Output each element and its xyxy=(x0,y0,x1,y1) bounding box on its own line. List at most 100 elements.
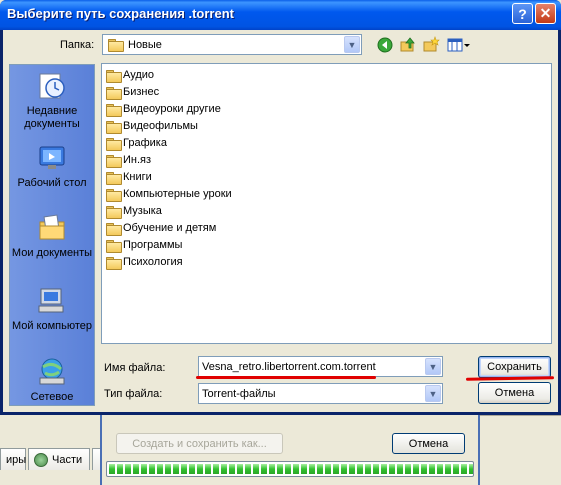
progress-segment xyxy=(381,464,387,474)
progress-segment xyxy=(301,464,307,474)
folder-combobox[interactable]: Новые ▼ xyxy=(102,34,362,55)
folder-icon xyxy=(106,137,122,151)
progress-segment xyxy=(293,464,299,474)
cancel-button[interactable]: Отмена xyxy=(478,382,551,404)
folder-name: Ин.яз xyxy=(123,154,152,166)
place-my-computer[interactable]: Мой компьютер xyxy=(9,285,95,333)
desktop-icon xyxy=(36,142,68,174)
folder-name: Книги xyxy=(123,171,152,183)
progress-segment xyxy=(437,464,443,474)
progress-segment xyxy=(317,464,323,474)
place-network[interactable]: Сетевое xyxy=(9,356,95,404)
place-label: Мои документы xyxy=(11,247,93,259)
progress-segment xyxy=(237,464,243,474)
place-label: Рабочий стол xyxy=(17,177,87,189)
progress-segment xyxy=(165,464,171,474)
progress-segment xyxy=(173,464,179,474)
file-list[interactable]: Аудио Бизнес Видеоуроки другие Видеофильмы Г… xyxy=(101,63,552,344)
list-item[interactable]: Программы xyxy=(106,237,182,253)
folder-name: Программы xyxy=(123,239,183,251)
progress-segment xyxy=(341,464,347,474)
back-icon[interactable] xyxy=(376,36,394,54)
folder-name: Видеоуроки другие xyxy=(123,103,221,115)
help-button[interactable]: ? xyxy=(512,3,533,24)
progress-segment xyxy=(197,464,203,474)
list-item[interactable]: Графика xyxy=(106,135,167,151)
progress-segment xyxy=(253,464,259,474)
progress-segment xyxy=(189,464,195,474)
progress-segment xyxy=(181,464,187,474)
folder-icon xyxy=(106,256,122,270)
list-item[interactable]: Видеофильмы xyxy=(106,118,198,134)
place-recent-documents[interactable]: Недавние документы xyxy=(9,70,95,131)
filename-input[interactable]: Vesna_retro.libertorrent.com.torrent ▼ xyxy=(198,356,443,377)
chevron-down-icon[interactable]: ▼ xyxy=(425,385,441,402)
list-item[interactable]: Компьютерные уроки xyxy=(106,186,232,202)
place-desktop[interactable]: Рабочий стол xyxy=(9,142,95,190)
red-underline-filename xyxy=(196,376,376,379)
chevron-down-icon[interactable]: ▼ xyxy=(425,358,441,375)
close-button[interactable]: ✕ xyxy=(535,3,556,24)
progress-segment xyxy=(149,464,155,474)
folder-name: Обучение и детям xyxy=(123,222,217,234)
progress-segment xyxy=(269,464,275,474)
filename-label: Имя файла: xyxy=(104,362,166,374)
progress-segment xyxy=(397,464,403,474)
save-button[interactable]: Сохранить xyxy=(478,356,551,378)
list-item[interactable]: Бизнес xyxy=(106,84,159,100)
tab-left[interactable]: иры xyxy=(0,448,26,470)
filetype-select[interactable]: Torrent-файлы ▼ xyxy=(198,383,443,404)
progress-segment xyxy=(469,464,473,474)
place-label: Мой компьютер xyxy=(11,320,93,332)
list-item[interactable]: Книги xyxy=(106,169,152,185)
tab-parts[interactable]: Части xyxy=(28,448,90,470)
progress-segment xyxy=(285,464,291,474)
folder-name: Видеофильмы xyxy=(123,120,198,132)
progress-segment xyxy=(229,464,235,474)
folder-icon xyxy=(106,239,122,253)
progress-segment xyxy=(245,464,251,474)
chevron-down-icon[interactable]: ▼ xyxy=(344,36,360,53)
network-icon xyxy=(36,356,68,388)
create-and-save-button[interactable]: Создать и сохранить как... xyxy=(116,433,283,454)
folder-icon xyxy=(106,69,122,83)
folder-icon xyxy=(106,86,122,100)
dialog-title: Выберите путь сохранения .torrent xyxy=(7,6,234,21)
list-item[interactable]: Психология xyxy=(106,254,183,270)
folder-icon xyxy=(106,222,122,236)
progress-segment xyxy=(445,464,451,474)
parts-icon xyxy=(34,452,48,467)
progress-segment xyxy=(133,464,139,474)
progress-segment xyxy=(389,464,395,474)
progress-segment xyxy=(461,464,467,474)
folder-icon xyxy=(106,103,122,117)
background-window-area xyxy=(480,415,561,485)
up-folder-icon[interactable] xyxy=(399,36,417,54)
list-item[interactable]: Аудио xyxy=(106,67,154,83)
new-folder-icon[interactable] xyxy=(422,36,440,54)
progress-segment xyxy=(453,464,459,474)
folder-name: Психология xyxy=(123,256,183,268)
progress-segment xyxy=(117,464,123,474)
progress-segment xyxy=(277,464,283,474)
list-item[interactable]: Видеоуроки другие xyxy=(106,101,221,117)
progress-segment xyxy=(261,464,267,474)
progress-segment xyxy=(213,464,219,474)
folder-name: Бизнес xyxy=(123,86,160,98)
filename-value: Vesna_retro.libertorrent.com.torrent xyxy=(202,360,376,373)
list-item[interactable]: Обучение и детям xyxy=(106,220,216,236)
folder-icon xyxy=(106,171,122,185)
folder-name: Аудио xyxy=(123,69,155,81)
list-item[interactable]: Ин.яз xyxy=(106,152,151,168)
close-icon: ✕ xyxy=(539,5,552,21)
view-menu-icon[interactable] xyxy=(447,36,471,54)
folder-icon xyxy=(106,120,122,134)
list-item[interactable]: Музыка xyxy=(106,203,162,219)
place-my-documents[interactable]: Мои документы xyxy=(9,212,95,260)
save-dialog: Выберите путь сохранения .torrent ? ✕ Па… xyxy=(0,0,561,415)
progress-segment xyxy=(109,464,115,474)
folder-icon xyxy=(106,154,122,168)
progress-segment xyxy=(373,464,379,474)
background-cancel-button[interactable]: Отмена xyxy=(392,433,465,454)
progress-segment xyxy=(413,464,419,474)
